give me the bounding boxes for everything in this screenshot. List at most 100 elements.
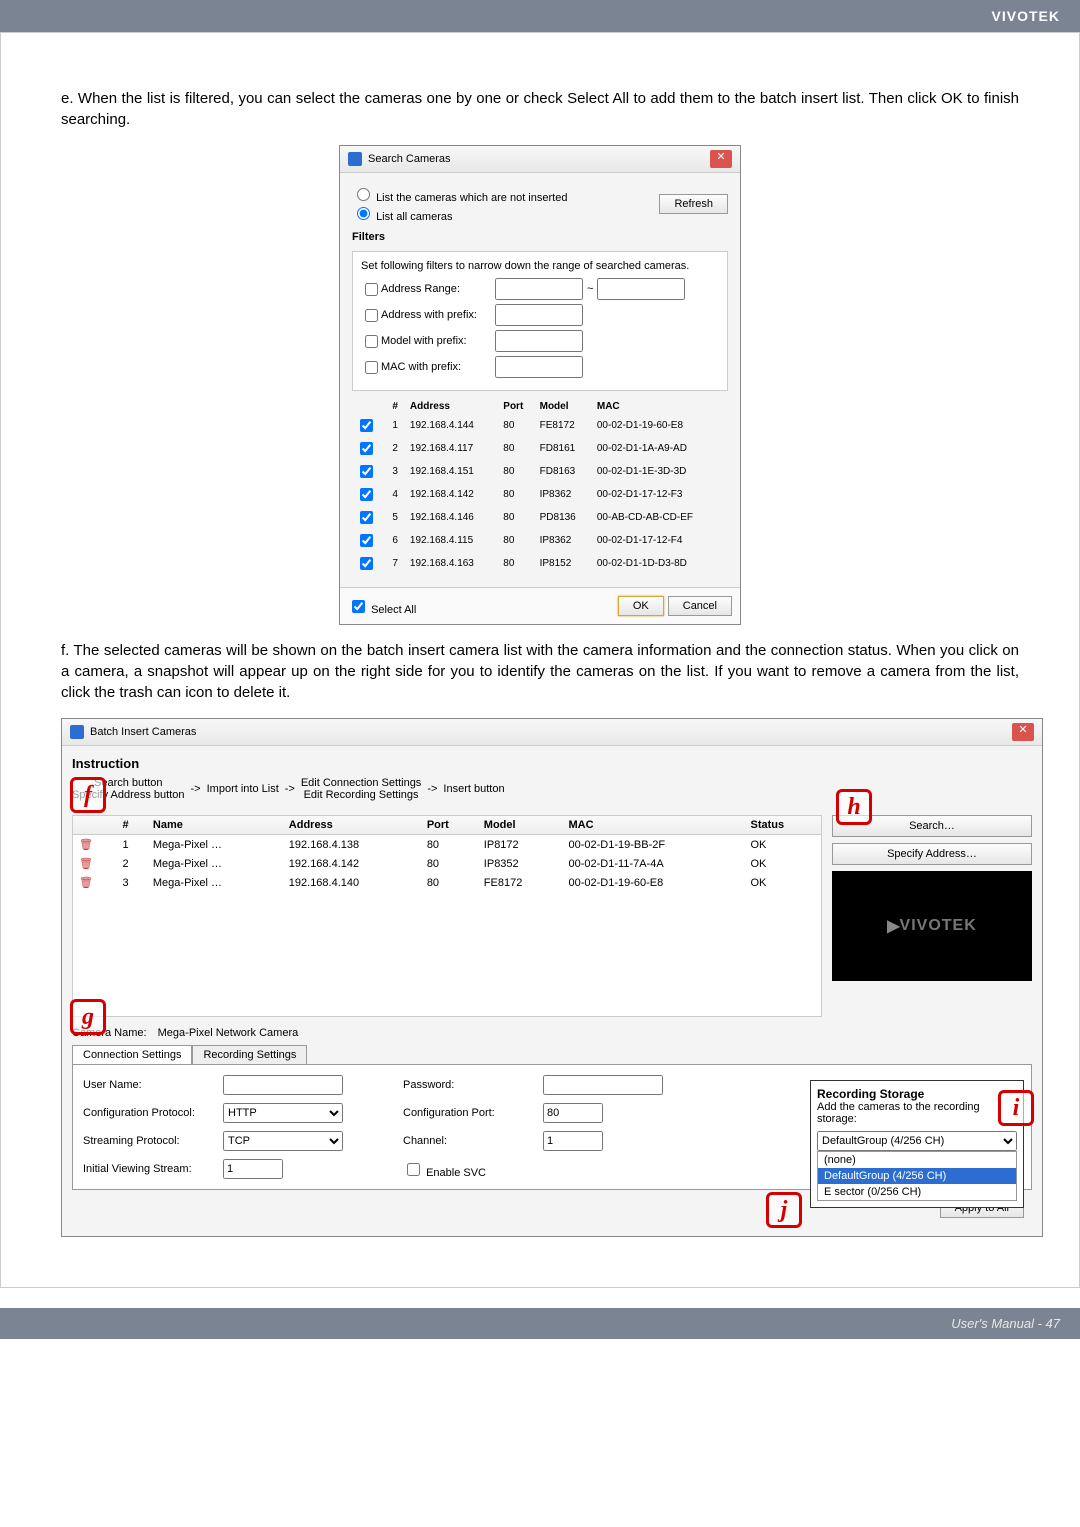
col-port: Port [421,816,478,835]
row-check[interactable] [360,442,373,455]
check-model-prefix[interactable] [365,335,378,348]
cancel-button[interactable]: Cancel [668,596,732,616]
camera-table: # Address Port Model MAC 1192.168.4.1448… [352,399,728,575]
app-icon [348,152,362,166]
check-addr-prefix[interactable] [365,309,378,322]
radio-list-all[interactable]: List all cameras [352,211,452,223]
tabs: Connection Settings Recording Settings [72,1045,1032,1064]
table-row[interactable]: 4192.168.4.14280IP836200-02-D1-17-12-F3 [352,483,728,506]
col-port: Port [499,399,535,414]
header-bar: VIVOTEK [0,0,1080,32]
col-addr: Address [283,816,421,835]
label-password: Password: [403,1079,543,1091]
label-channel: Channel: [403,1135,543,1147]
table-row[interactable]: 🗑1Mega-Pixel …192.168.4.13880IP817200-02… [73,835,821,855]
search-cameras-dialog: Search Cameras ✕ List the cameras which … [339,145,741,625]
label-stream-proto: Streaming Protocol: [83,1135,223,1147]
row-check[interactable] [360,465,373,478]
storage-opt-default[interactable]: DefaultGroup (4/256 CH) [818,1168,1016,1184]
row-check[interactable] [360,511,373,524]
row-check[interactable] [360,557,373,570]
table-row[interactable]: 5192.168.4.14680PD813600-AB-CD-AB-CD-EF [352,506,728,529]
trash-icon[interactable]: 🗑 [79,839,93,851]
storage-title: Recording Storage [817,1087,924,1101]
select-all-checkbox[interactable]: Select All [348,597,614,616]
camera-list[interactable]: # Name Address Port Model MAC Status 🗑1M… [72,815,822,1017]
col-addr: Address [406,399,499,414]
batch-title: Batch Insert Cameras [90,726,196,738]
storage-dropdown-open[interactable]: (none) DefaultGroup (4/256 CH) E sector … [817,1151,1017,1201]
row-check[interactable] [360,419,373,432]
table-row[interactable]: 🗑2Mega-Pixel …192.168.4.14280IP835200-02… [73,854,821,873]
label-conf-proto: Configuration Protocol: [83,1107,223,1119]
dialog-footer: Select All OK Cancel [340,587,740,624]
storage-hint: Add the cameras to the recording storage… [817,1101,980,1125]
refresh-button[interactable]: Refresh [659,194,728,214]
col-status: Status [744,816,821,835]
mac-prefix-input[interactable] [495,356,583,378]
callout-g: g [70,999,106,1035]
recording-storage-box: Recording Storage Add the cameras to the… [810,1080,1024,1208]
callout-h: h [836,789,872,825]
col-num: # [388,399,406,414]
table-row[interactable]: 🗑3Mega-Pixel …192.168.4.14080FE817200-02… [73,873,821,892]
table-row[interactable]: 7192.168.4.16380IP815200-02-D1-1D-D3-8D [352,552,728,575]
ok-button[interactable]: OK [618,596,664,616]
label-conf-port: Configuration Port: [403,1107,543,1119]
username-input[interactable] [223,1075,343,1095]
radio-not-inserted[interactable]: List the cameras which are not inserted [352,192,567,204]
camera-name-value: Mega-Pixel Network Camera [158,1027,299,1039]
row-check[interactable] [360,534,373,547]
col-name: Name [147,816,283,835]
instruction-flow: Search button Specify Address button -> … [72,777,1032,801]
conf-proto-select[interactable]: HTTP [223,1103,343,1123]
label-model-prefix: Model with prefix: [381,335,491,347]
close-icon[interactable]: ✕ [710,150,732,168]
label-addr-prefix: Address with prefix: [381,309,491,321]
check-addr-range[interactable] [365,283,378,296]
tab-connection[interactable]: Connection Settings [72,1045,192,1064]
col-model: Model [478,816,563,835]
page-content: e. When the list is filtered, you can se… [0,32,1080,1288]
paragraph-e: e. When the list is filtered, you can se… [61,88,1019,130]
callout-j: j [766,1192,802,1228]
table-row[interactable]: 6192.168.4.11580IP836200-02-D1-17-12-F4 [352,529,728,552]
label-mac-prefix: MAC with prefix: [381,361,491,373]
channel-input[interactable] [543,1131,603,1151]
storage-select[interactable]: DefaultGroup (4/256 CH) [817,1131,1017,1151]
trash-icon[interactable]: 🗑 [79,877,93,889]
dialog-title: Search Cameras [368,153,451,165]
stream-proto-select[interactable]: TCP [223,1131,343,1151]
model-prefix-input[interactable] [495,330,583,352]
col-num: # [117,816,147,835]
table-row[interactable]: 3192.168.4.15180FD816300-02-D1-1E-3D-3D [352,460,728,483]
addr-range-from[interactable] [495,278,583,300]
table-row[interactable]: 1192.168.4.14480FE817200-02-D1-19-60-E8 [352,414,728,437]
label-init-stream: Initial Viewing Stream: [83,1163,223,1175]
close-icon[interactable]: ✕ [1012,723,1034,741]
side-panel: Search… Specify Address… ▶ VIVOTEK [832,815,1032,1017]
storage-opt-none[interactable]: (none) [818,1152,1016,1168]
conf-port-input[interactable] [543,1103,603,1123]
enable-svc-checkbox[interactable]: Enable SVC [403,1160,543,1179]
storage-opt-esector[interactable]: E sector (0/256 CH) [818,1184,1016,1200]
footer-text: User's Manual - 47 [951,1316,1060,1331]
table-row[interactable]: 2192.168.4.11780FD816100-02-D1-1A-A9-AD [352,437,728,460]
password-input[interactable] [543,1075,663,1095]
row-check[interactable] [360,488,373,501]
col-mac: MAC [562,816,744,835]
label-addr-range: Address Range: [381,283,491,295]
init-stream-input[interactable] [223,1159,283,1179]
batch-titlebar: Batch Insert Cameras ✕ [62,719,1042,746]
addr-prefix-input[interactable] [495,304,583,326]
camera-name-row: Camera Name: Mega-Pixel Network Camera [72,1027,1032,1039]
callout-f: f [70,777,106,813]
tab-recording[interactable]: Recording Settings [192,1045,307,1064]
col-model: Model [536,399,593,414]
check-mac-prefix[interactable] [365,361,378,374]
dialog-titlebar: Search Cameras ✕ [340,146,740,173]
specify-address-button[interactable]: Specify Address… [832,843,1032,865]
trash-icon[interactable]: 🗑 [79,858,93,870]
brand-text: VIVOTEK [992,8,1060,24]
addr-range-to[interactable] [597,278,685,300]
